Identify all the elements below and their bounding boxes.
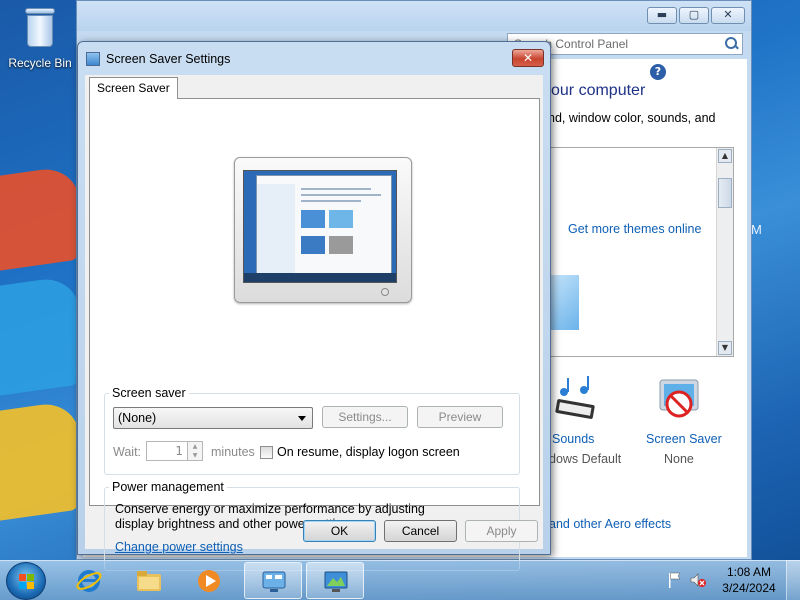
clock-date: 3/24/2024 xyxy=(722,581,776,595)
display-settings-icon xyxy=(324,571,348,592)
dialog-body: Screen Saver Screen saver (None) Setting… xyxy=(85,75,543,571)
action-center-flag-icon[interactable] xyxy=(668,572,682,588)
get-more-themes-link[interactable]: Get more themes online xyxy=(568,222,701,236)
scroll-up-icon[interactable]: ▲ xyxy=(718,149,732,163)
show-desktop-button[interactable] xyxy=(786,560,800,600)
search-icon[interactable] xyxy=(725,37,737,49)
recycle-bin-label: Recycle Bin xyxy=(8,56,72,70)
screen-saver-settings-dialog: Screen Saver Settings ✕ Screen Saver Scr… xyxy=(77,41,551,571)
volume-muted-icon[interactable] xyxy=(690,572,706,588)
monitor-preview xyxy=(234,157,412,303)
sounds-value: dows Default xyxy=(549,452,622,466)
screen-saver-icon[interactable] xyxy=(654,376,704,426)
folder-icon xyxy=(137,571,161,591)
recycle-bin-icon xyxy=(22,6,58,50)
screen-saver-tab-panel: Screen saver (None) Settings... Preview … xyxy=(89,98,540,571)
screen-saver-link[interactable]: Screen Saver xyxy=(646,432,722,446)
ok-button[interactable]: OK xyxy=(303,520,376,542)
scroll-thumb[interactable] xyxy=(718,178,732,208)
media-player-icon xyxy=(198,570,220,592)
wallpaper-text: M xyxy=(751,222,762,237)
close-button[interactable]: ✕ xyxy=(711,7,745,24)
dialog-app-icon xyxy=(86,52,100,66)
screen-saver-select[interactable]: (None) xyxy=(113,407,313,429)
taskbar-internet-explorer[interactable] xyxy=(60,562,118,599)
control-panel-titlebar: ▬ ▢ ✕ xyxy=(77,1,751,31)
screen-saver-select-value: (None) xyxy=(118,411,157,425)
sounds-icon[interactable] xyxy=(552,376,598,424)
dialog-title: Screen Saver Settings xyxy=(106,52,231,66)
power-management-label: Power management xyxy=(109,480,227,494)
tab-screen-saver[interactable]: Screen Saver xyxy=(89,77,178,99)
recycle-bin-desktop-icon[interactable]: Recycle Bin xyxy=(6,6,74,70)
resume-logon-checkbox[interactable] xyxy=(260,446,273,459)
resume-logon-label[interactable]: On resume, display logon screen xyxy=(277,445,460,459)
dialog-close-button[interactable]: ✕ xyxy=(512,49,544,67)
taskbar-screen-saver-settings[interactable] xyxy=(306,562,364,599)
settings-button[interactable]: Settings... xyxy=(322,406,408,428)
aero-effects-link[interactable]: and other Aero effects xyxy=(549,517,671,531)
screen-saver-group-label: Screen saver xyxy=(109,386,189,400)
monitor-power-led xyxy=(381,288,389,296)
scroll-down-icon[interactable]: ▼ xyxy=(718,341,732,355)
spin-up-icon[interactable]: ▲ xyxy=(188,442,202,451)
control-panel-description: nd, window color, sounds, and xyxy=(548,111,716,125)
wallpaper-flag xyxy=(0,150,80,550)
cancel-button[interactable]: Cancel xyxy=(384,520,457,542)
taskbar-windows-explorer[interactable] xyxy=(120,562,178,599)
apply-button[interactable]: Apply xyxy=(465,520,538,542)
clock-time: 1:08 AM xyxy=(726,565,772,579)
help-icon[interactable]: ? xyxy=(650,64,666,80)
wait-label: Wait: xyxy=(113,445,142,459)
preview-button[interactable]: Preview xyxy=(417,406,503,428)
preview-screen xyxy=(243,170,397,283)
control-panel-heading: our computer xyxy=(551,82,646,99)
control-panel-icon xyxy=(262,571,286,592)
screen-saver-value: None xyxy=(664,452,694,466)
start-button[interactable] xyxy=(6,562,46,600)
change-power-settings-link[interactable]: Change power settings xyxy=(115,540,243,554)
maximize-button[interactable]: ▢ xyxy=(679,7,709,24)
taskbar-media-player[interactable] xyxy=(180,562,238,599)
wait-minutes-input[interactable]: 1 xyxy=(146,441,190,461)
spin-down-icon[interactable]: ▼ xyxy=(188,451,202,460)
taskbar-control-panel[interactable] xyxy=(244,562,302,599)
minutes-label: minutes xyxy=(211,445,255,459)
windows-logo-icon xyxy=(19,574,35,590)
internet-explorer-icon xyxy=(76,570,102,592)
theme-thumbnail[interactable] xyxy=(549,275,579,330)
wait-spinner[interactable]: ▲ ▼ xyxy=(187,441,203,461)
chevron-down-icon xyxy=(298,416,306,421)
theme-list-scrollbar[interactable]: ▲ ▼ xyxy=(716,148,733,356)
sounds-link[interactable]: Sounds xyxy=(552,432,594,446)
minimize-button[interactable]: ▬ xyxy=(647,7,677,24)
taskbar-clock[interactable]: 1:08 AM 3/24/2024 xyxy=(716,564,782,596)
